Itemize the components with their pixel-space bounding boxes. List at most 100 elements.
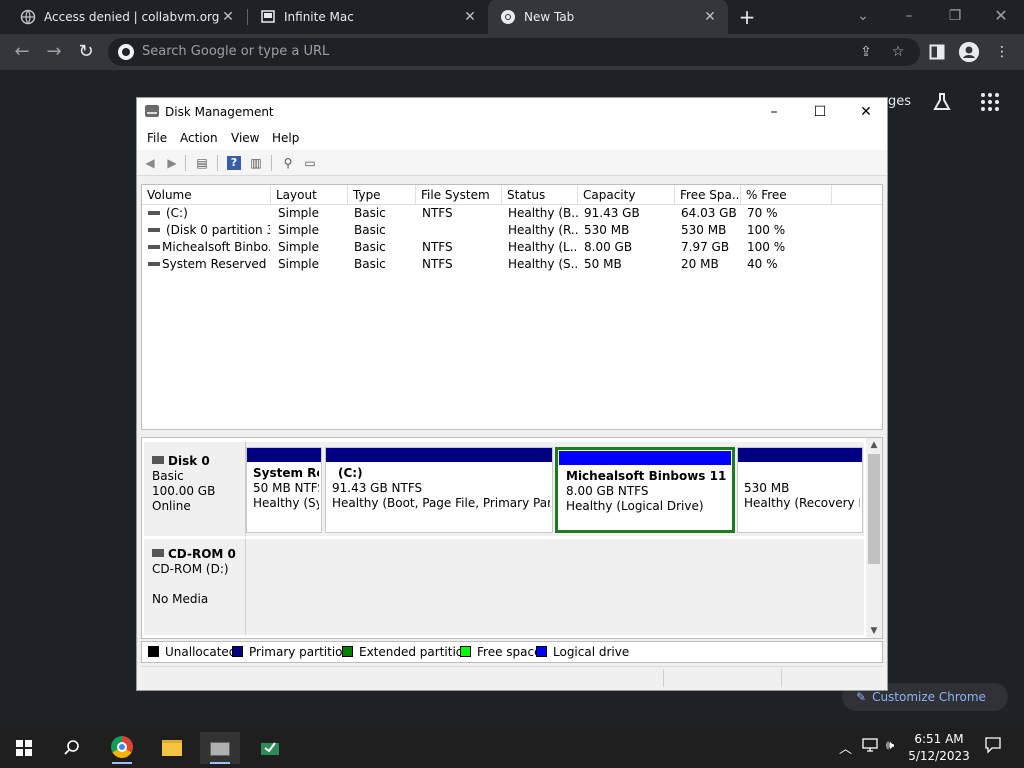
console-tree-icon[interactable]: ▤ [193,154,211,172]
search-button[interactable] [52,732,92,764]
labs-flask-icon[interactable] [930,92,954,116]
minimize-icon[interactable]: – [751,98,797,126]
cell-type: Basic [354,257,386,271]
tab-infinite-mac[interactable]: Infinite Mac ✕ [248,0,488,34]
rescan-disks-icon[interactable]: ⚲ [279,154,297,172]
cdrom-0-drive: CD-ROM (D:) [152,562,229,576]
legend-unallocated: Unallocated [148,645,236,659]
legend-label: Primary partition [249,645,351,659]
partition-size: 50 MB NTFS [253,481,319,495]
partition-size: 91.43 GB NTFS [332,481,423,495]
taskbar-disk-management[interactable] [200,732,240,764]
table-row[interactable]: (Disk 0 partition 3) Simple Basic Health… [142,222,882,239]
forward-icon[interactable]: → [42,40,66,64]
volume-icon [148,228,160,232]
show-hidden-icons-icon[interactable]: ︿ [839,738,852,757]
network-icon[interactable] [862,738,878,756]
hard-disk-icon [152,456,164,464]
bookmark-star-icon[interactable]: ☆ [888,42,908,62]
partition-c-drive[interactable]: (C:) 91.43 GB NTFS Healthy (Boot, Page F… [325,447,553,533]
table-row[interactable]: System Reserved Simple Basic NTFS Health… [142,256,882,273]
disk-management-window: Disk Management – ☐ ✕ File Action View H… [136,97,888,691]
disk-0-label[interactable]: Disk 0 Basic 100.00 GB Online [144,442,246,536]
close-tab-icon[interactable]: ✕ [462,9,478,25]
column-header-free-space[interactable]: Free Spa... [675,185,741,205]
cell-capacity: 8.00 GB [584,240,633,254]
table-row[interactable]: (C:) Simple Basic NTFS Healthy (B... 91.… [142,205,882,222]
tab-search-icon[interactable]: ⌄ [850,4,876,28]
taskbar-file-explorer[interactable] [152,732,192,764]
tab-new-tab[interactable]: New Tab ✕ [488,0,728,34]
menu-kebab-icon[interactable]: ⋮ [991,41,1013,63]
close-tab-icon[interactable]: ✕ [220,9,236,25]
legend-swatch [536,646,547,657]
close-tab-icon[interactable]: ✕ [702,9,718,25]
partition-michealsoft-binbows[interactable]: Michealsoft Binbows 11 8.00 GB NTFS Heal… [555,447,735,533]
share-icon[interactable]: ⇪ [856,42,876,62]
restore-icon[interactable]: ❐ [942,4,968,28]
graphical-view-scrollbar[interactable]: ▲ ▼ [866,438,882,638]
cdrom-0-area[interactable] [246,539,864,635]
disk-0-partitions: System Res 50 MB NTFS Healthy (Sys (C:) … [246,442,864,536]
cell-volume: (Disk 0 partition 3) [166,223,270,237]
address-bar[interactable]: Search Google or type a URL ⇪ ☆ [108,38,920,66]
properties-icon[interactable]: ▭ [301,154,319,172]
reload-icon[interactable]: ↻ [74,40,98,64]
column-header-file-system[interactable]: File System [416,185,502,205]
tab-access-denied[interactable]: Access denied | collabvm.org use ✕ [0,0,246,34]
mmc-toolbar: ◀ ▶ ▤ ? ▥ ⚲ ▭ [137,150,887,176]
side-panel-icon[interactable] [926,41,948,63]
back-arrow-icon[interactable]: ◀ [141,154,159,172]
legend-label: Extended partition [359,645,471,659]
profile-icon[interactable] [959,42,979,62]
taskbar-chrome[interactable] [102,732,142,764]
menu-help[interactable]: Help [272,131,299,145]
cell-type: Basic [354,240,386,254]
maximize-icon[interactable]: ☐ [797,98,843,126]
forward-arrow-icon[interactable]: ▶ [163,154,181,172]
window-titlebar[interactable]: Disk Management – ☐ ✕ [137,98,887,126]
taskbar-app[interactable] [250,732,290,764]
column-header-capacity[interactable]: Capacity [578,185,675,205]
legend-logical-drive: Logical drive [536,645,629,659]
customize-label: Customize Chrome [872,690,986,704]
menu-action[interactable]: Action [180,131,218,145]
tab-strip: Access denied | collabvm.org use ✕ Infin… [0,0,1024,34]
column-header-status[interactable]: Status [502,185,578,205]
column-header-layout[interactable]: Layout [271,185,348,205]
partition-color-bar [326,448,552,462]
new-tab-button[interactable]: + [737,7,757,27]
scroll-up-icon[interactable]: ▲ [866,438,882,452]
cdrom-0-name-text: CD-ROM 0 [168,547,236,561]
column-header-type[interactable]: Type [348,185,416,205]
start-button[interactable] [4,732,44,764]
menu-file[interactable]: File [147,131,167,145]
cell-type: Basic [354,223,386,237]
partition-recovery[interactable]: 530 MB Healthy (Recovery Pa [737,447,863,533]
minimize-icon[interactable]: – [896,4,922,28]
close-icon[interactable]: ✕ [843,98,889,126]
column-header-volume[interactable]: Volume [142,185,271,205]
partition-system-reserved[interactable]: System Res 50 MB NTFS Healthy (Sys [246,447,322,533]
cell-free-space: 20 MB [681,257,719,271]
cdrom-0-label[interactable]: CD-ROM 0 CD-ROM (D:) No Media [144,539,246,635]
volume-icon[interactable]: 🕪 [886,738,894,753]
cell-file-system: NTFS [422,206,453,220]
cell-layout: Simple [278,206,319,220]
notifications-icon[interactable] [984,736,1002,758]
action-pane-icon[interactable]: ▥ [247,154,265,172]
table-row[interactable]: Michealsoft Binbo... Simple Basic NTFS H… [142,239,882,256]
help-icon[interactable]: ? [227,156,241,170]
images-link[interactable]: ges [888,94,911,109]
system-clock[interactable]: 6:51 AM 5/12/2023 [904,731,974,765]
close-window-icon[interactable]: ✕ [988,4,1014,28]
cell-free-space: 7.97 GB [681,240,730,254]
column-header-percent-free[interactable]: % Free [741,185,832,205]
scrollbar-thumb[interactable] [868,454,880,564]
apps-grid-icon[interactable] [978,92,1002,116]
back-icon[interactable]: ← [10,40,34,64]
scroll-down-icon[interactable]: ▼ [866,624,882,638]
menu-view[interactable]: View [231,131,259,145]
tab-title: New Tab [524,10,575,24]
windows-logo-icon [16,740,32,756]
